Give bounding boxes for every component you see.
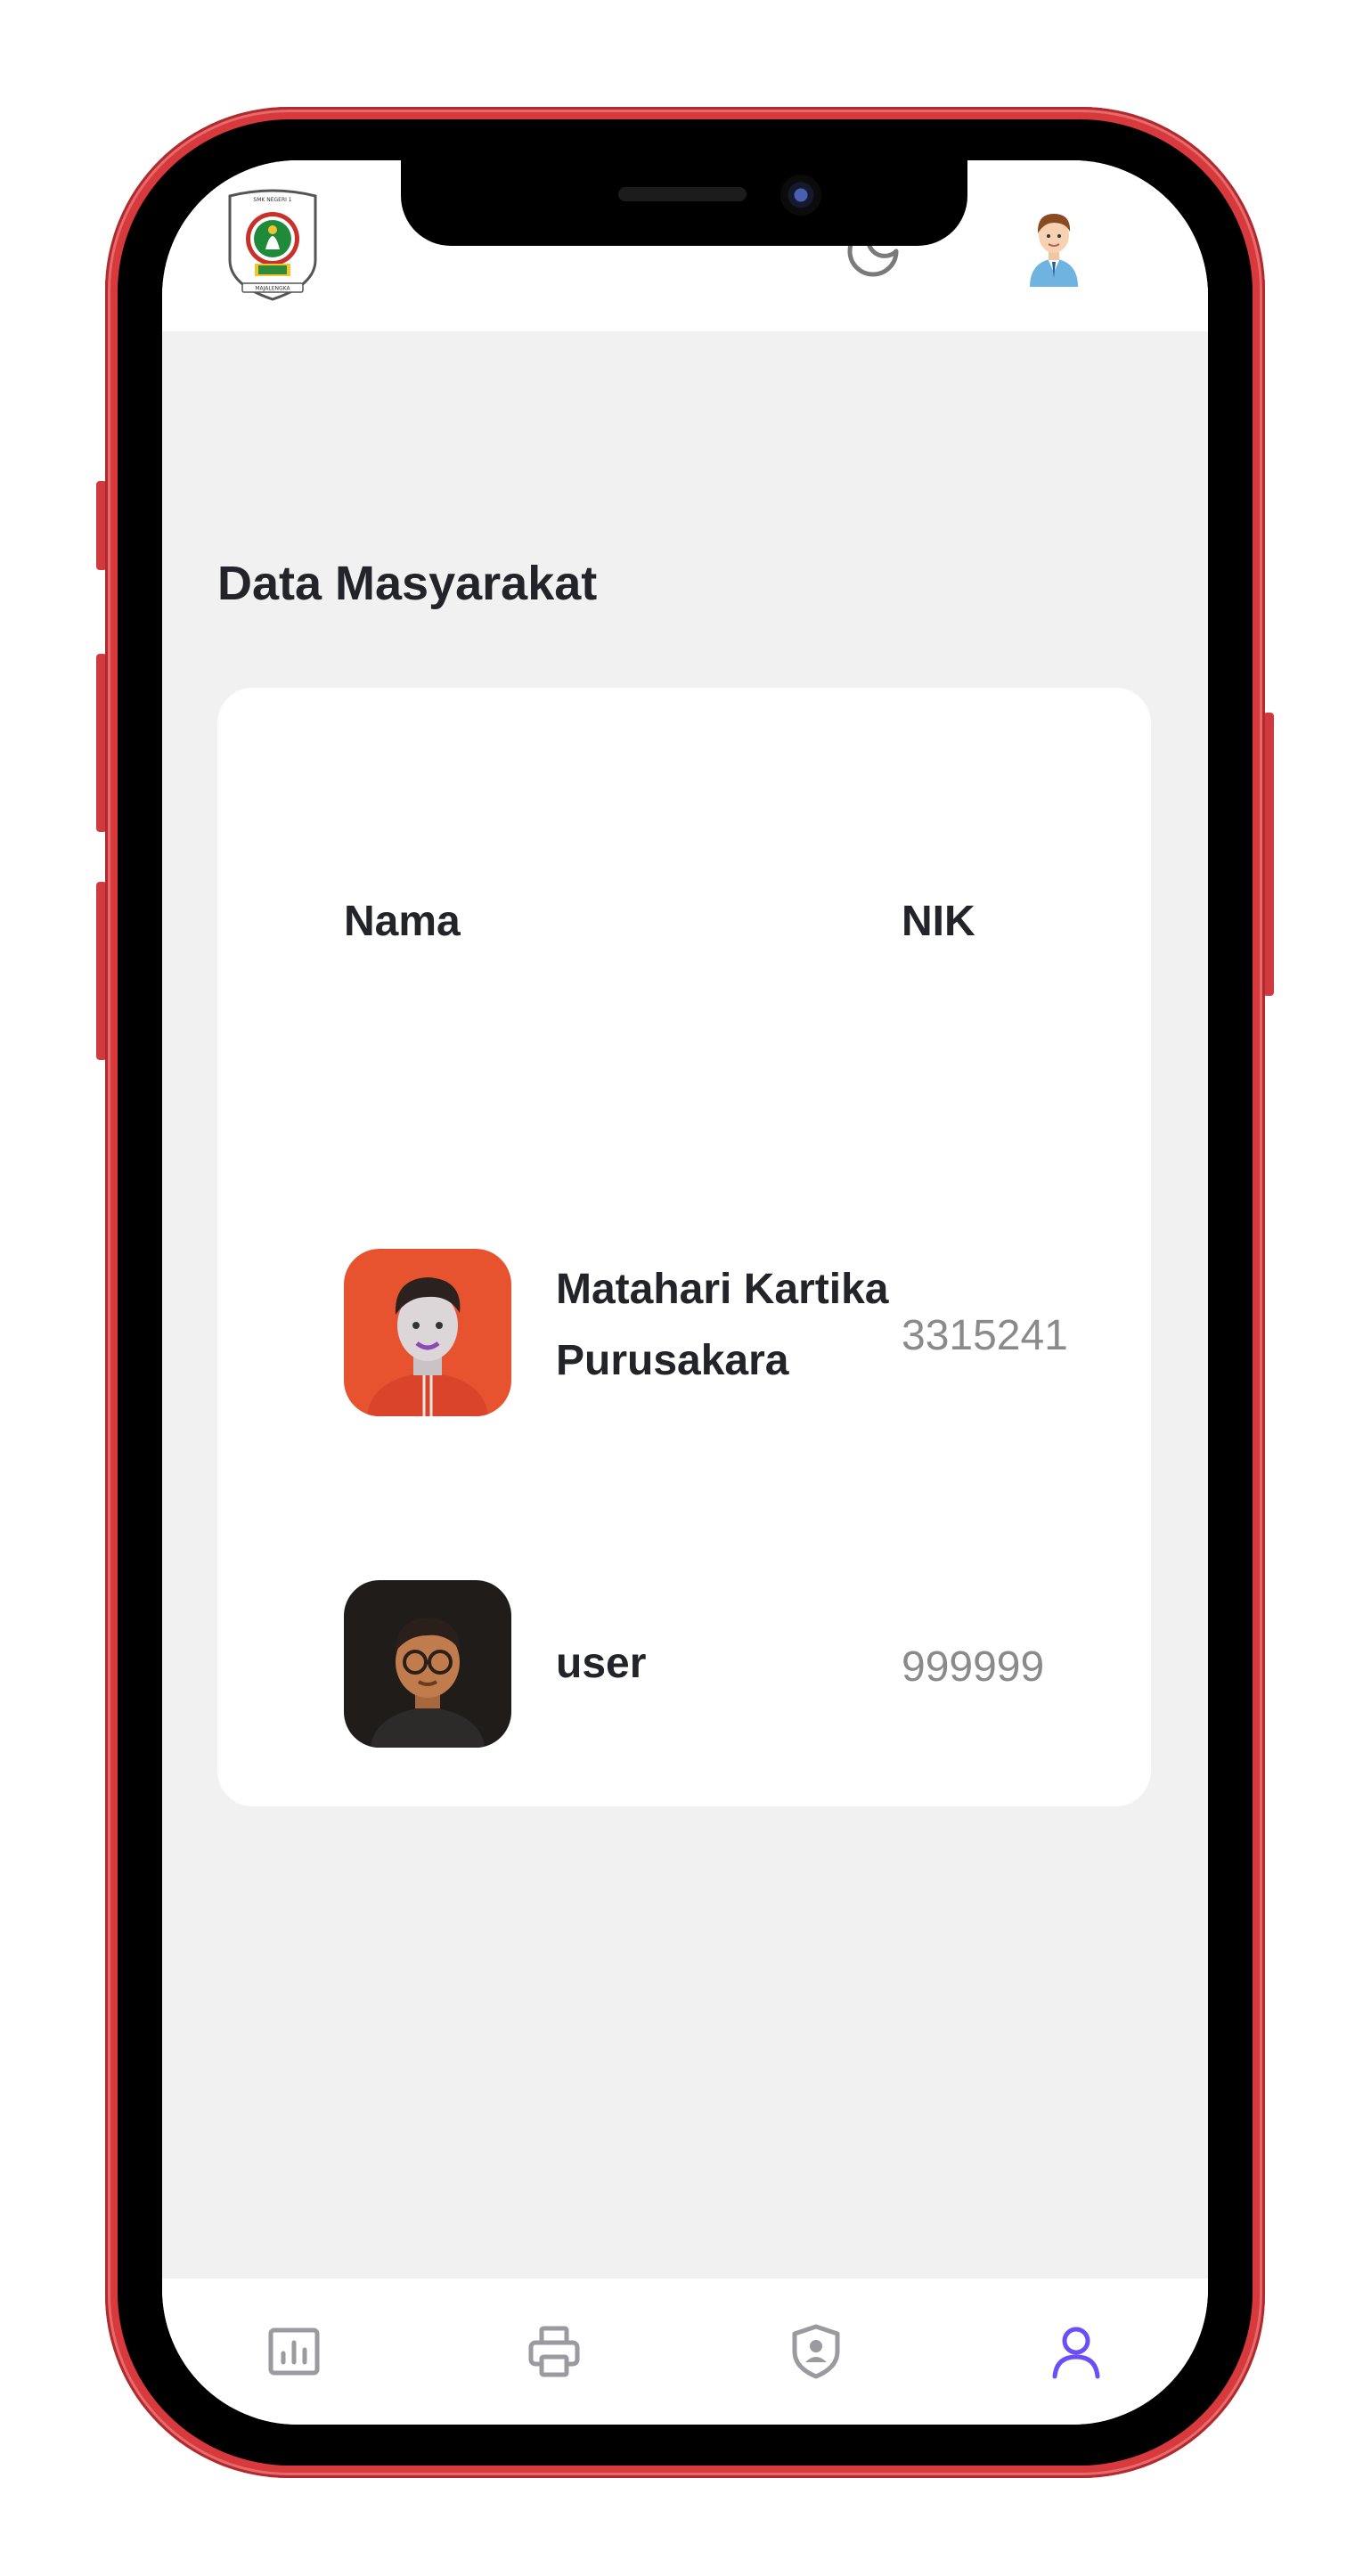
person-nik: 3315241: [902, 1312, 1068, 1359]
shield-user-icon[interactable]: [788, 2323, 845, 2380]
speaker-grille: [618, 187, 747, 201]
person-nik: 999999: [902, 1643, 1045, 1691]
column-header-nama[interactable]: Nama: [344, 897, 461, 946]
column-header-nik[interactable]: NIK: [902, 897, 975, 946]
school-crest-logo[interactable]: SMK NEGERI 1 MAJALENGKA: [223, 187, 322, 303]
chart-icon[interactable]: [265, 2323, 322, 2380]
user-icon[interactable]: [1048, 2323, 1105, 2380]
bottom-navigation: [162, 2278, 1208, 2425]
svg-text:MAJALENGKA: MAJALENGKA: [255, 286, 290, 292]
profile-avatar-icon[interactable]: [1023, 207, 1085, 287]
phone-screen: SMK NEGERI 1 MAJALENGKA Data Masyarakat …: [162, 160, 1208, 2425]
svg-text:SMK NEGERI 1: SMK NEGERI 1: [253, 197, 291, 203]
person-name: user: [556, 1640, 647, 1687]
notch: [401, 160, 967, 246]
printer-icon[interactable]: [526, 2323, 583, 2380]
front-camera: [780, 175, 821, 216]
person-avatar: [344, 1249, 511, 1416]
person-name: Matahari Kartika Purusakara: [556, 1266, 889, 1384]
data-table-card: Nama NIK Matahari Kartika Purusakara 331…: [217, 688, 1151, 1806]
page-title: Data Masyarakat: [217, 557, 598, 610]
device-stage: SMK NEGERI 1 MAJALENGKA Data Masyarakat …: [0, 0, 1363, 2576]
person-avatar: [344, 1580, 511, 1748]
